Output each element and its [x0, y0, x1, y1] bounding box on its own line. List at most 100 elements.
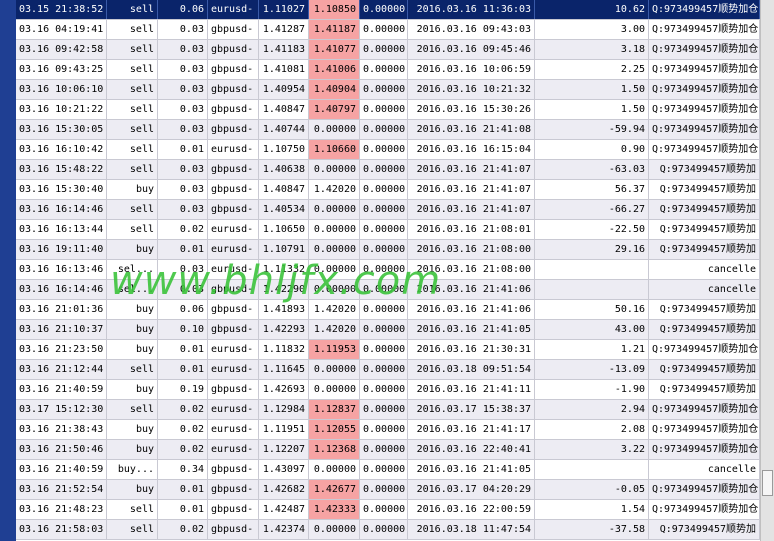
- profit-cell: 0.90: [535, 140, 649, 159]
- lots-cell: 0.03: [158, 80, 208, 99]
- sl-cell: 1.42020: [309, 180, 360, 199]
- tp-cell: 0.00000: [360, 120, 408, 139]
- open-price-cell: 1.40847: [259, 100, 309, 119]
- profit-cell: 2.94: [535, 400, 649, 419]
- open-price-cell: 1.10750: [259, 140, 309, 159]
- profit-cell: 29.16: [535, 240, 649, 259]
- symbol-cell: gbpusd-: [208, 520, 259, 539]
- open-time-cell: 03.16 21:40:59: [16, 460, 107, 479]
- comment-cell: Q:973499457顺势加仓.: [649, 140, 760, 159]
- open-time-cell: 03.17 15:12:30: [16, 400, 107, 419]
- type-cell: buy: [107, 340, 158, 359]
- profit-cell: 1.50: [535, 100, 649, 119]
- close-time-cell: 2016.03.16 21:41:11: [408, 380, 535, 399]
- table-row[interactable]: 03.16 21:52:54 buy 0.01 gbpusd- 1.42682 1.426…: [16, 480, 760, 500]
- symbol-cell: gbpusd-: [208, 160, 259, 179]
- open-time-cell: 03.16 15:30:40: [16, 180, 107, 199]
- profit-cell: 3.22: [535, 440, 649, 459]
- symbol-cell: gbpusd-: [208, 60, 259, 79]
- comment-cell: Q:973499457顺势加: [649, 320, 760, 339]
- sl-cell: 0.00000: [309, 520, 360, 539]
- tp-cell: 0.00000: [360, 240, 408, 259]
- tp-cell: 0.00000: [360, 480, 408, 499]
- table-row[interactable]: 03.16 16:13:44 sell 0.02 eurusd- 1.10650 0.00…: [16, 220, 760, 240]
- comment-cell: Q:973499457顺势加仓.: [649, 500, 760, 519]
- lots-cell: 0.02: [158, 420, 208, 439]
- open-price-cell: 1.11951: [259, 420, 309, 439]
- table-row[interactable]: 03.16 15:48:22 sell 0.03 gbpusd- 1.40638 0.00…: [16, 160, 760, 180]
- table-row[interactable]: 03.16 15:30:40 buy 0.03 gbpusd- 1.40847 1.420…: [16, 180, 760, 200]
- close-time-cell: 2016.03.16 11:36:03: [408, 0, 535, 19]
- table-row[interactable]: 03.16 15:30:05 sell 0.03 gbpusd- 1.40744 0.00…: [16, 120, 760, 140]
- table-row[interactable]: 03.16 21:58:03 sell 0.02 gbpusd- 1.42374 0.00…: [16, 520, 760, 540]
- close-time-cell: 2016.03.18 09:51:54: [408, 360, 535, 379]
- close-time-cell: 2016.03.16 21:30:31: [408, 340, 535, 359]
- open-time-cell: 03.16 10:06:10: [16, 80, 107, 99]
- open-price-cell: 1.40847: [259, 180, 309, 199]
- table-row[interactable]: 03.16 09:43:25 sell 0.03 gbpusd- 1.41081 1.41…: [16, 60, 760, 80]
- tp-cell: 0.00000: [360, 100, 408, 119]
- symbol-cell: gbpusd-: [208, 120, 259, 139]
- comment-cell: Q:973499457顺势加: [649, 220, 760, 239]
- scrollbar-thumb[interactable]: [762, 470, 773, 496]
- table-row[interactable]: 03.16 21:10:37 buy 0.10 gbpusd- 1.42293 1.420…: [16, 320, 760, 340]
- open-price-cell: 1.41287: [259, 20, 309, 39]
- table-row[interactable]: 03.16 21:40:59 buy... 0.34 gbpusd- 1.43097 0.…: [16, 460, 760, 480]
- tp-cell: 0.00000: [360, 20, 408, 39]
- table-row[interactable]: 03.16 21:23:50 buy 0.01 eurusd- 1.11832 1.119…: [16, 340, 760, 360]
- type-cell: buy...: [107, 460, 158, 479]
- lots-cell: 0.03: [158, 40, 208, 59]
- table-row[interactable]: 03.16 10:21:22 sell 0.03 gbpusd- 1.40847 1.40…: [16, 100, 760, 120]
- close-time-cell: 2016.03.16 21:08:00: [408, 240, 535, 259]
- table-row[interactable]: 03.16 21:50:46 buy 0.02 eurusd- 1.12207 1.123…: [16, 440, 760, 460]
- comment-cell: Q:973499457顺势加仓.: [649, 100, 760, 119]
- lots-cell: 0.03: [158, 120, 208, 139]
- table-row[interactable]: 03.17 15:12:30 sell 0.02 eurusd- 1.12984 1.12…: [16, 400, 760, 420]
- type-cell: sell: [107, 0, 158, 19]
- table-row[interactable]: 03.16 04:19:41 sell 0.03 gbpusd- 1.41287 1.41…: [16, 20, 760, 40]
- sl-cell: 1.12837: [309, 400, 360, 419]
- table-row[interactable]: 03.16 21:38:43 buy 0.02 eurusd- 1.11951 1.120…: [16, 420, 760, 440]
- lots-cell: 0.19: [158, 380, 208, 399]
- tp-cell: 0.00000: [360, 200, 408, 219]
- type-cell: sell: [107, 500, 158, 519]
- type-cell: sell: [107, 60, 158, 79]
- profit-cell: 43.00: [535, 320, 649, 339]
- table-row[interactable]: 03.16 10:06:10 sell 0.03 gbpusd- 1.40954 1.40…: [16, 80, 760, 100]
- open-price-cell: 1.42682: [259, 480, 309, 499]
- open-time-cell: 03.16 21:58:03: [16, 520, 107, 539]
- table-row[interactable]: 03.15 21:38:52 sell 0.06 eurusd- 1.11027 1.10…: [16, 0, 760, 20]
- table-row[interactable]: 03.16 21:12:44 sell 0.01 eurusd- 1.11645 0.00…: [16, 360, 760, 380]
- close-time-cell: 2016.03.16 21:41:07: [408, 160, 535, 179]
- sl-cell: 1.42333: [309, 500, 360, 519]
- type-cell: sell: [107, 520, 158, 539]
- sl-cell: 1.41187: [309, 20, 360, 39]
- close-time-cell: 2016.03.16 09:45:46: [408, 40, 535, 59]
- table-row[interactable]: 03.16 21:40:59 buy 0.19 gbpusd- 1.42693 0.000…: [16, 380, 760, 400]
- open-price-cell: 1.11832: [259, 340, 309, 359]
- close-time-cell: 2016.03.16 10:21:32: [408, 80, 535, 99]
- profit-cell: -0.05: [535, 480, 649, 499]
- type-cell: sell: [107, 140, 158, 159]
- comment-cell: cancelle: [649, 260, 760, 279]
- tp-cell: 0.00000: [360, 460, 408, 479]
- table-row[interactable]: 03.16 21:48:23 sell 0.01 gbpusd- 1.42487 1.42…: [16, 500, 760, 520]
- open-time-cell: 03.16 15:30:05: [16, 120, 107, 139]
- symbol-cell: gbpusd-: [208, 40, 259, 59]
- table-row[interactable]: 03.16 16:14:46 sell 0.03 gbpusd- 1.40534 0.00…: [16, 200, 760, 220]
- profit-cell: 56.37: [535, 180, 649, 199]
- open-price-cell: 1.42374: [259, 520, 309, 539]
- close-time-cell: 2016.03.16 22:00:59: [408, 500, 535, 519]
- symbol-cell: eurusd-: [208, 140, 259, 159]
- close-time-cell: 2016.03.16 21:41:05: [408, 460, 535, 479]
- symbol-cell: gbpusd-: [208, 100, 259, 119]
- vertical-scrollbar[interactable]: [760, 0, 774, 541]
- close-time-cell: 2016.03.16 10:06:59: [408, 60, 535, 79]
- close-time-cell: 2016.03.17 15:38:37: [408, 400, 535, 419]
- sl-cell: 1.10660: [309, 140, 360, 159]
- table-row[interactable]: 03.16 19:11:40 buy 0.01 eurusd- 1.10791 0.000…: [16, 240, 760, 260]
- lots-cell: 0.03: [158, 20, 208, 39]
- table-row[interactable]: 03.16 16:10:42 sell 0.01 eurusd- 1.10750 1.10…: [16, 140, 760, 160]
- profit-cell: -66.27: [535, 200, 649, 219]
- table-row[interactable]: 03.16 09:42:58 sell 0.03 gbpusd- 1.41183 1.41…: [16, 40, 760, 60]
